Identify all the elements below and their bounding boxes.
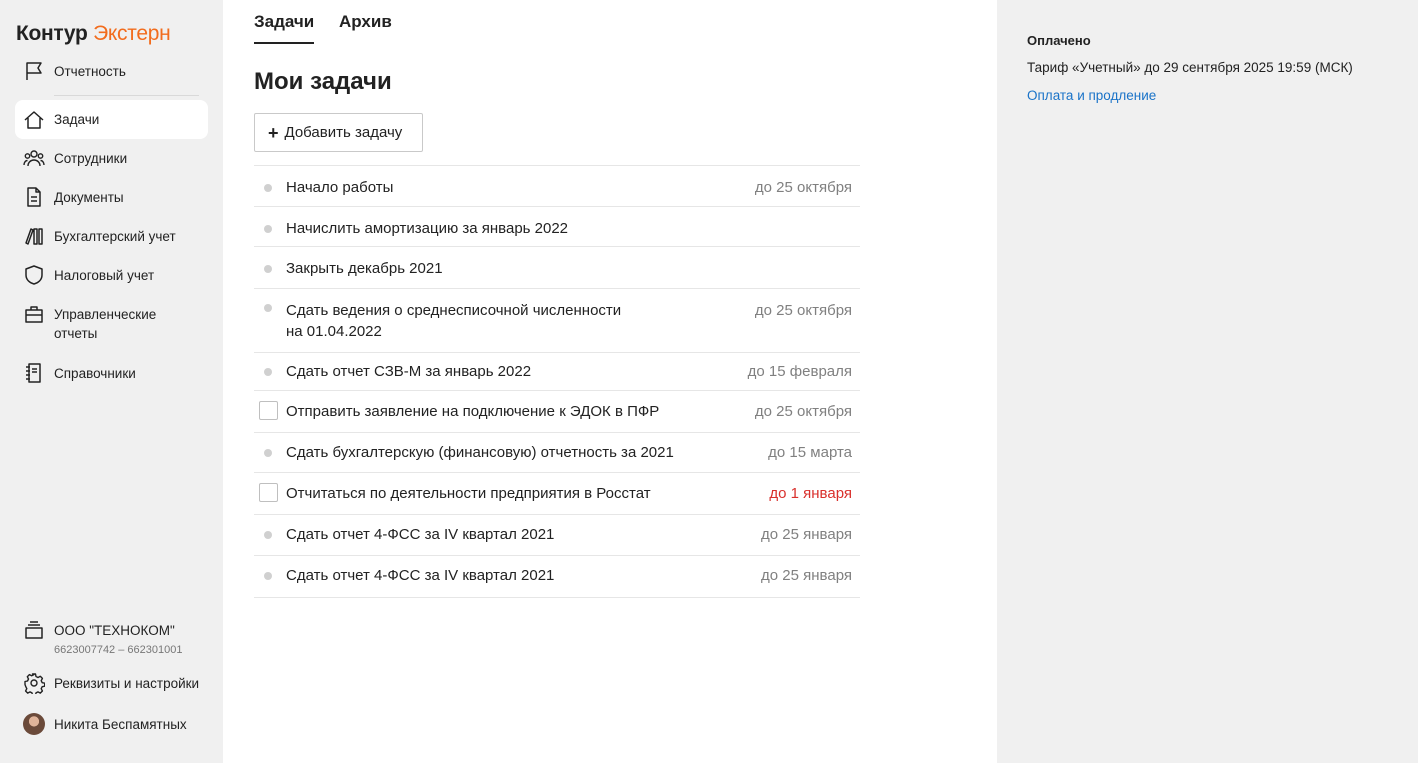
task-marker bbox=[254, 258, 286, 279]
task-marker bbox=[254, 565, 286, 586]
task-marker bbox=[254, 300, 286, 321]
task-title: Сдать ведения о среднесписочной численно… bbox=[286, 302, 622, 340]
bullet-icon bbox=[264, 531, 272, 539]
sidebar-item-label: Справочники bbox=[54, 366, 136, 381]
sidebar-item-tax[interactable]: Налоговый учет bbox=[15, 264, 208, 286]
task-list: Начало работы до 25 октября Начислить ам… bbox=[254, 165, 860, 598]
sidebar-item-label: Отчетность bbox=[54, 64, 126, 79]
task-due-overdue: до 1 января bbox=[769, 485, 852, 502]
task-row[interactable]: Сдать отчет 4-ФСС за IV квартал 2021 до … bbox=[254, 556, 860, 598]
task-due: до 15 марта bbox=[768, 444, 852, 461]
main-content: Задачи Архив Мои задачи + Добавить задач… bbox=[223, 0, 997, 763]
org-inn: 6623007742 – 662301001 bbox=[54, 644, 183, 656]
tab-tasks[interactable]: Задачи bbox=[254, 12, 315, 44]
logo-extern: Экстерн bbox=[93, 22, 171, 45]
sidebar-item-references[interactable]: Справочники bbox=[15, 362, 208, 384]
payment-status: Оплачено bbox=[1027, 33, 1091, 48]
gear-icon bbox=[23, 672, 45, 694]
avatar bbox=[23, 713, 45, 735]
sidebar-item-label: Управленческие отчеты bbox=[54, 307, 157, 341]
tab-archive[interactable]: Архив bbox=[339, 12, 392, 42]
task-row[interactable]: Сдать ведения о среднесписочной численно… bbox=[254, 289, 860, 353]
org-info: ООО "ТЕХНОКОМ" 6623007742 – 662301001 bbox=[54, 621, 182, 660]
task-due: до 25 октября bbox=[754, 302, 852, 319]
flag-icon bbox=[23, 60, 45, 82]
bullet-icon bbox=[264, 572, 272, 580]
org-name: ООО "ТЕХНОКОМ" bbox=[54, 623, 175, 638]
task-marker bbox=[254, 524, 286, 545]
sidebar-item-tasks[interactable]: Задачи bbox=[15, 100, 208, 139]
task-checkbox[interactable] bbox=[259, 401, 278, 420]
task-row[interactable]: Сдать отчет 4-ФСС за IV квартал 2021 до … bbox=[254, 515, 860, 556]
task-due: до 15 февраля bbox=[747, 363, 852, 380]
sidebar-item-management-reports[interactable]: Управленческие отчеты bbox=[15, 305, 208, 343]
sidebar-item-accounting[interactable]: Бухгалтерский учет bbox=[15, 227, 208, 247]
task-marker bbox=[254, 483, 286, 504]
task-row[interactable]: Начало работы до 25 октября bbox=[254, 166, 860, 207]
briefcase-icon bbox=[23, 303, 45, 325]
task-marker bbox=[254, 361, 286, 382]
sidebar: Контур Экстерн Отчетность Задачи Сотрудн… bbox=[0, 0, 223, 763]
document-icon bbox=[23, 186, 45, 208]
sidebar-item-label: Бухгалтерский учет bbox=[54, 229, 176, 244]
logo[interactable]: Контур Экстерн bbox=[16, 22, 171, 46]
billing-panel: Оплачено Тариф «Учетный» до 29 сентября … bbox=[997, 0, 1418, 763]
sidebar-item-label: Реквизиты и настройки bbox=[54, 676, 200, 691]
bullet-icon bbox=[264, 184, 272, 192]
sidebar-item-label: Задачи bbox=[54, 112, 100, 127]
task-marker bbox=[254, 442, 286, 463]
bullet-icon bbox=[264, 265, 272, 273]
task-due: до 25 октября bbox=[754, 179, 852, 196]
org-switcher[interactable]: ООО "ТЕХНОКОМ" 6623007742 – 662301001 bbox=[15, 621, 208, 660]
task-title: Начислить амортизацию за январь 2022 bbox=[286, 220, 569, 237]
notebook-icon bbox=[23, 362, 45, 384]
task-row[interactable]: Начислить амортизацию за январь 2022 bbox=[254, 207, 860, 247]
logo-kontur: Контур bbox=[16, 22, 88, 45]
settings-item[interactable]: Реквизиты и настройки bbox=[15, 672, 208, 694]
add-task-button[interactable]: + Добавить задачу bbox=[254, 113, 423, 152]
bullet-icon bbox=[264, 304, 272, 312]
sidebar-item-label: Налоговый учет bbox=[54, 268, 155, 283]
home-icon bbox=[23, 109, 45, 131]
task-due: до 25 января bbox=[761, 567, 852, 584]
bullet-icon bbox=[264, 225, 272, 233]
page-title: Мои задачи bbox=[254, 68, 392, 95]
task-row[interactable]: Отчитаться по деятельности предприятия в… bbox=[254, 473, 860, 515]
plus-icon: + bbox=[268, 122, 279, 143]
shield-icon bbox=[23, 264, 45, 286]
bullet-icon bbox=[264, 449, 272, 457]
user-name: Никита Беспамятных bbox=[54, 716, 187, 732]
task-due: до 25 января bbox=[761, 526, 852, 543]
user-profile[interactable]: Никита Беспамятных bbox=[15, 713, 208, 735]
books-icon bbox=[23, 225, 45, 247]
org-stack-icon bbox=[23, 619, 45, 641]
task-due: до 25 октября bbox=[754, 403, 852, 420]
sidebar-item-label: Документы bbox=[54, 190, 124, 205]
task-row[interactable]: Закрыть декабрь 2021 bbox=[254, 247, 860, 289]
task-row[interactable]: Сдать бухгалтерскую (финансовую) отчетно… bbox=[254, 433, 860, 473]
tariff-info: Тариф «Учетный» до 29 сентября 2025 19:5… bbox=[1027, 60, 1353, 75]
task-marker bbox=[254, 218, 286, 239]
task-row[interactable]: Отправить заявление на подключение к ЭДО… bbox=[254, 391, 860, 433]
task-checkbox[interactable] bbox=[259, 483, 278, 502]
sidebar-item-employees[interactable]: Сотрудники bbox=[15, 149, 208, 169]
task-title: Закрыть декабрь 2021 bbox=[286, 260, 443, 277]
add-task-label: Добавить задачу bbox=[284, 124, 403, 141]
divider bbox=[54, 95, 199, 96]
payment-renewal-link[interactable]: Оплата и продление bbox=[1027, 88, 1156, 103]
sidebar-item-reporting[interactable]: Отчетность bbox=[15, 62, 208, 82]
bullet-icon bbox=[264, 368, 272, 376]
sidebar-item-label: Сотрудники bbox=[54, 151, 128, 166]
task-marker bbox=[254, 177, 286, 198]
sidebar-item-documents[interactable]: Документы bbox=[15, 186, 208, 208]
task-marker bbox=[254, 401, 286, 422]
people-icon bbox=[23, 147, 45, 169]
task-row[interactable]: Сдать отчет СЗВ-М за январь 2022 до 15 ф… bbox=[254, 353, 860, 391]
